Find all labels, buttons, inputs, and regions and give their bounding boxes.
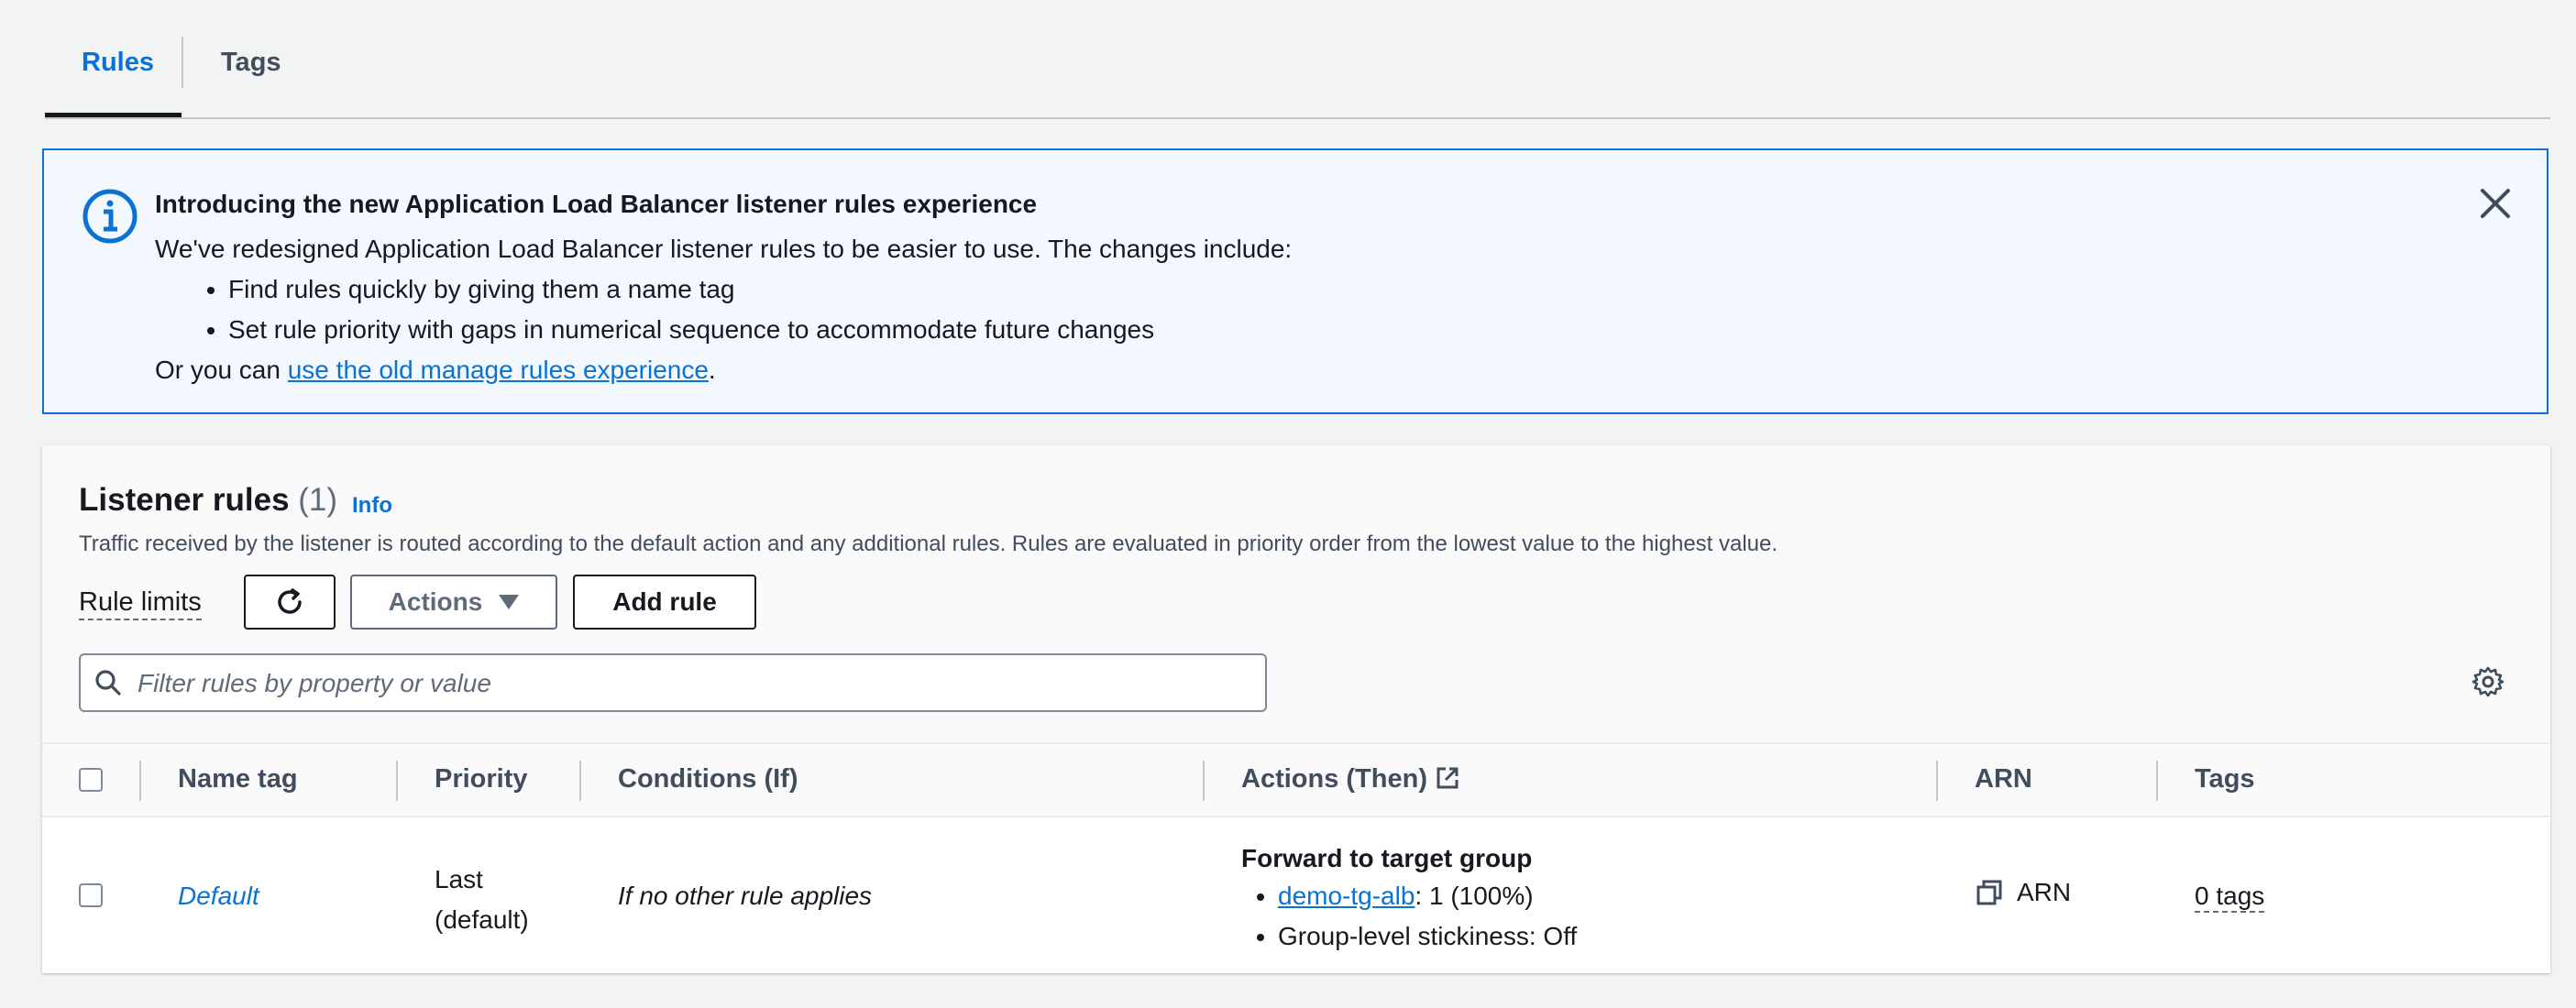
listener-rules-heading: Listener rules (1) [79,482,337,519]
alert-bullet: Set rule priority with gaps in numerical… [228,310,1292,350]
actions-label: Actions [388,587,483,616]
listener-rules-container: Listener rules (1) Info Traffic received… [42,445,2550,973]
search-icon [95,670,121,696]
filter-box [79,653,1267,712]
column-header-conditions[interactable]: Conditions (If) [618,764,798,794]
refresh-icon [278,588,302,614]
listener-rules-title: Listener rules [79,482,290,518]
column-header-priority[interactable]: Priority [435,764,528,794]
tabs-bar: Rules Tags [45,0,2550,119]
rule-condition: If no other rule applies [618,882,873,910]
rule-action-title: Forward to target group [1241,844,1533,872]
info-icon [83,189,138,244]
rule-priority: Last (default) [435,860,529,940]
caret-down-icon [499,595,520,609]
column-separator [139,761,141,801]
alert-title: Introducing the new Application Load Bal… [155,190,1038,218]
rule-action-target: demo-tg-alb: 1 (100%) [1278,876,1577,916]
select-all-checkbox[interactable] [79,768,103,792]
rule-count: (1) [298,482,338,518]
column-separator [579,761,581,801]
rule-priority-line2: (default) [435,905,529,934]
column-separator [2156,761,2158,801]
arn-label: ARN [2017,878,2072,906]
tab-divider [182,37,183,88]
rule-action-details: demo-tg-alb: 1 (100%) Group-level sticki… [1241,876,1577,957]
info-link[interactable]: Info [352,493,392,519]
tags-count-link[interactable]: 0 tags [2195,882,2265,913]
alert-body: We've redesigned Application Load Balanc… [155,229,1292,390]
column-header-actions-label: Actions (Then) [1241,764,1427,794]
actions-dropdown-button[interactable]: Actions [350,575,557,630]
rule-action-stickiness: Group-level stickiness: Off [1278,916,1577,957]
copy-arn-button[interactable]: ARN [1975,878,2071,907]
column-header-tags[interactable]: Tags [2195,764,2255,794]
filter-rules-input[interactable] [136,666,1239,701]
rule-name-link[interactable]: Default [178,882,259,911]
column-header-actions[interactable]: Actions (Then) [1241,764,1460,794]
table-row: Default Last (default) If no other rule … [42,817,2550,973]
column-separator [396,761,398,801]
alert-bullet-list: Find rules quickly by giving them a name… [155,269,1292,350]
alert-bullet: Find rules quickly by giving them a name… [228,269,1292,310]
column-separator [1203,761,1205,801]
info-alert: Introducing the new Application Load Bal… [42,148,2548,414]
add-rule-button[interactable]: Add rule [573,575,756,630]
column-header-name-tag[interactable]: Name tag [178,764,298,794]
refresh-button[interactable] [244,575,336,630]
old-rules-experience-link[interactable]: use the old manage rules experience [288,356,709,384]
rule-limits-popover[interactable]: Rule limits [79,586,202,620]
rule-action: Forward to target group demo-tg-alb: 1 (… [1241,841,1577,957]
listener-rules-description: Traffic received by the listener is rout… [79,531,1778,556]
close-icon[interactable] [2475,183,2515,224]
alert-intro: We've redesigned Application Load Balanc… [155,235,1293,263]
row-select-checkbox[interactable] [79,883,103,907]
target-group-weight: : 1 (100%) [1415,882,1534,910]
external-link-icon [1437,767,1459,789]
rule-priority-line1: Last [435,865,483,893]
gear-icon[interactable] [2471,665,2504,698]
alert-footer-prefix: Or you can [155,356,288,384]
copy-icon [1976,880,2002,905]
active-tab-indicator [45,113,182,117]
tab-tags[interactable]: Tags [221,48,281,78]
alert-footer: Or you can use the old manage rules expe… [155,350,1292,390]
table-header: Name tag Priority Conditions (If) Action… [42,742,2550,817]
column-separator [1936,761,1938,801]
alert-footer-suffix: . [708,356,716,384]
column-header-arn[interactable]: ARN [1975,764,2032,794]
tab-rules[interactable]: Rules [82,48,154,78]
target-group-link[interactable]: demo-tg-alb [1278,882,1415,910]
